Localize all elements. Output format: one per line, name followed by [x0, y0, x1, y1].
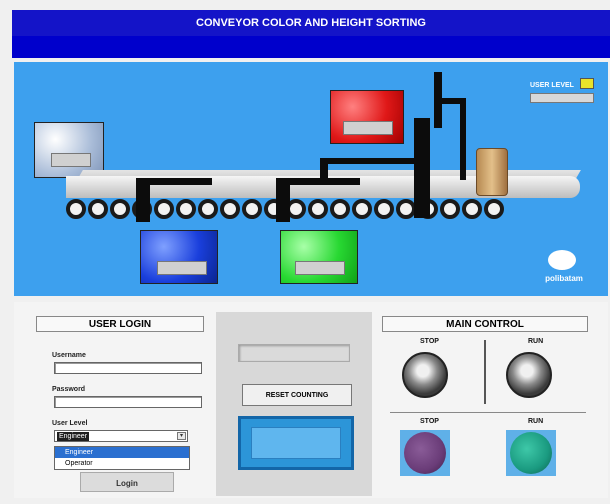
chevron-down-icon[interactable]: ▾ — [177, 432, 186, 440]
password-field[interactable] — [54, 396, 202, 408]
user-login-panel: USER LOGIN Username Password User Level … — [30, 312, 206, 496]
run-button-label: RUN — [528, 338, 544, 345]
roller — [484, 199, 504, 219]
stop-button-label: STOP — [420, 338, 439, 345]
roller — [242, 199, 262, 219]
roller — [220, 199, 240, 219]
roller — [308, 199, 328, 219]
red-bin-indicator — [330, 90, 404, 144]
polibatam-logo: polibatam — [538, 250, 590, 292]
pusher-4-post — [414, 118, 430, 218]
divider — [484, 340, 486, 404]
username-label: Username — [52, 352, 86, 359]
user-level-dropdown: Engineer Operator — [54, 446, 190, 470]
pusher-2-arm — [276, 178, 360, 185]
stop-lamp — [404, 432, 446, 474]
roller — [352, 199, 372, 219]
login-button[interactable]: Login — [80, 472, 174, 492]
user-level-option-engineer[interactable]: Engineer — [55, 447, 189, 458]
main-control-title: MAIN CONTROL — [382, 316, 588, 332]
workpiece-object — [476, 148, 508, 196]
stop-button[interactable] — [402, 352, 448, 398]
green-bin-indicator — [280, 230, 358, 284]
count-display — [238, 344, 350, 362]
run-lamp-label: RUN — [528, 418, 544, 425]
roller — [88, 199, 108, 219]
user-level-option-operator[interactable]: Operator — [55, 458, 189, 469]
user-login-title: USER LOGIN — [36, 316, 204, 332]
roller — [330, 199, 350, 219]
roller — [110, 199, 130, 219]
roller — [154, 199, 174, 219]
reset-counting-button[interactable]: RESET COUNTING — [242, 384, 352, 406]
blue-bin-indicator — [140, 230, 218, 284]
user-level-indicator-label: USER LEVEL — [530, 82, 574, 89]
pusher-1-arm — [136, 178, 212, 185]
pusher-3-arm — [320, 158, 414, 164]
counting-indicator — [238, 416, 354, 470]
user-level-led — [580, 78, 594, 89]
run-lamp — [510, 432, 552, 474]
user-level-selected-value: Engineer — [57, 432, 90, 441]
roller — [66, 199, 86, 219]
logo-text: polibatam — [545, 274, 583, 283]
main-control-panel: MAIN CONTROL STOP RUN STOP RUN — [382, 312, 592, 496]
roller — [198, 199, 218, 219]
height-sensor-post — [460, 98, 466, 180]
conveyor-scene: USER LEVEL polibatam — [14, 62, 608, 296]
user-level-select[interactable]: Engineer ▾ — [54, 430, 188, 442]
roller — [396, 199, 416, 219]
window-title: CONVEYOR COLOR AND HEIGHT SORTING — [12, 10, 610, 36]
height-sensor-arm — [438, 98, 466, 104]
height-sensor-head — [434, 72, 442, 128]
control-panel: USER LOGIN Username Password User Level … — [14, 302, 608, 498]
run-button[interactable] — [506, 352, 552, 398]
silver-bin-count — [51, 153, 91, 167]
divider — [390, 412, 586, 413]
roller — [374, 199, 394, 219]
blue-bin-count — [157, 261, 207, 275]
counting-indicator-face — [251, 427, 341, 459]
green-bin-count — [295, 261, 345, 275]
roller — [176, 199, 196, 219]
header-banner — [12, 36, 610, 58]
password-label: Password — [52, 386, 86, 393]
red-bin-count — [343, 121, 393, 135]
roller — [440, 199, 460, 219]
polibatam-logo-icon — [548, 250, 576, 270]
user-level-label: User Level — [52, 420, 88, 427]
username-field[interactable] — [54, 362, 202, 374]
app-window: CONVEYOR COLOR AND HEIGHT SORTING USER L… — [0, 0, 610, 504]
stop-lamp-label: STOP — [420, 418, 439, 425]
user-level-display — [530, 93, 594, 103]
roller — [462, 199, 482, 219]
counting-panel: RESET COUNTING — [216, 312, 372, 496]
